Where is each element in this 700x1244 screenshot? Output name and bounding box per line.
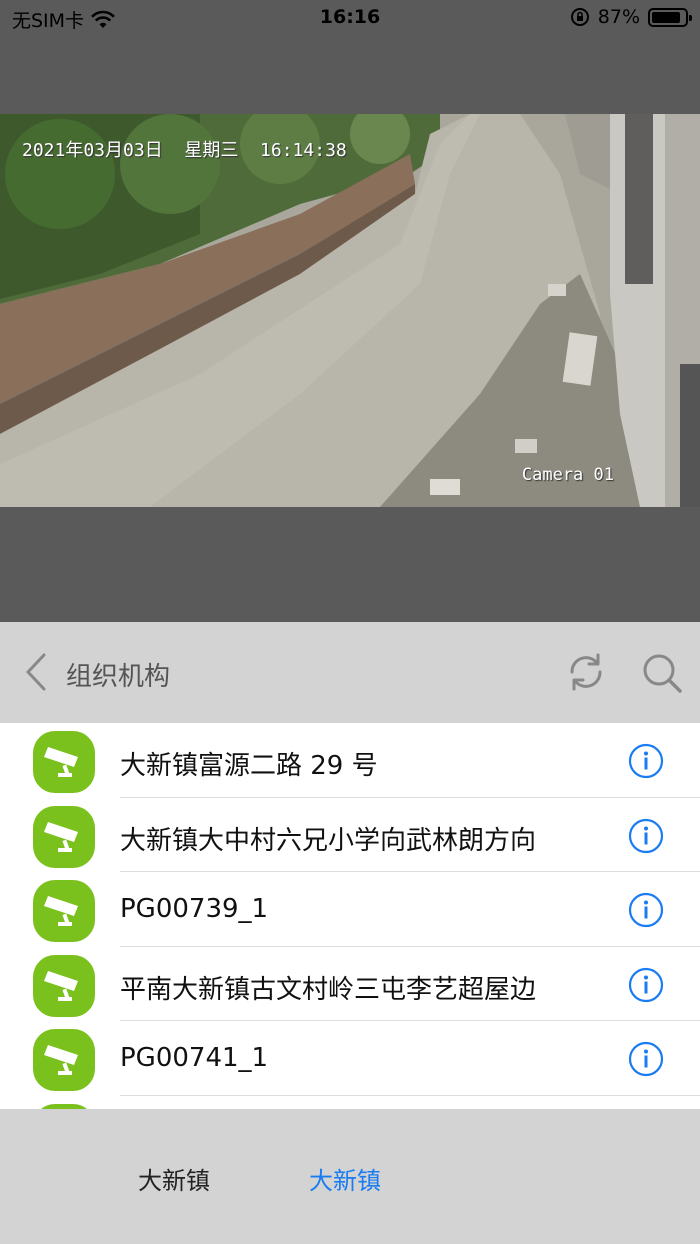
panel-title: 组织机构	[66, 662, 171, 692]
breadcrumb-bar: 大新镇 大新镇	[0, 1109, 700, 1244]
camera-name: 平南大新镇古文村岭三屯李艺超屋边	[120, 974, 537, 1005]
breadcrumb-item[interactable]: 大新镇	[138, 1161, 210, 1196]
info-icon[interactable]	[628, 818, 664, 854]
battery-icon	[648, 7, 692, 27]
refresh-icon[interactable]	[566, 652, 606, 692]
video-preview[interactable]: 2021年03月03日 星期三 16:14:38 Camera 01	[0, 114, 700, 507]
cctv-camera-icon	[33, 880, 95, 942]
cctv-camera-icon	[33, 1029, 95, 1091]
info-icon[interactable]	[628, 1041, 664, 1077]
list-item[interactable]: PG00741_1	[0, 1021, 700, 1096]
info-icon[interactable]	[628, 892, 664, 928]
camera-list: 大新镇富源二路 29 号 大新镇大中村六兄小学向武林朗方向 PG00739_1 …	[0, 723, 700, 1109]
list-item[interactable]: 大新镇大中村六兄小学向武林朗方向	[0, 798, 700, 872]
cctv-camera-icon	[33, 805, 95, 868]
list-item-partial[interactable]	[0, 1096, 700, 1109]
status-right: 87%	[570, 6, 692, 28]
breadcrumb-item-current[interactable]: 大新镇	[309, 1161, 381, 1196]
panel-header: 组织机构	[0, 622, 700, 723]
cctv-camera-icon	[33, 954, 95, 1017]
info-icon[interactable]	[628, 967, 664, 1003]
video-osd-camera: Camera 01	[521, 465, 614, 485]
battery-percent: 87%	[597, 6, 640, 28]
info-icon[interactable]	[628, 743, 664, 779]
camera-name: 大新镇大中村六兄小学向武林朗方向	[120, 825, 537, 856]
camera-scene-image	[0, 114, 700, 507]
search-icon[interactable]	[641, 652, 683, 694]
list-item[interactable]: 平南大新镇古文村岭三屯李艺超屋边	[0, 947, 700, 1021]
status-bar: 无SIM卡 16:16 87%	[0, 0, 700, 36]
camera-name: 大新镇富源二路 29 号	[120, 751, 378, 781]
list-item[interactable]: 大新镇富源二路 29 号	[0, 723, 700, 798]
camera-name: PG00741_1	[120, 1043, 269, 1073]
video-osd-datetime: 2021年03月03日 星期三 16:14:38	[22, 140, 347, 161]
cctv-camera-icon	[33, 731, 95, 793]
rotation-lock-icon	[570, 8, 589, 26]
list-item[interactable]: PG00739_1	[0, 872, 700, 947]
camera-name: PG00739_1	[120, 894, 269, 924]
back-chevron-icon[interactable]	[22, 652, 52, 692]
